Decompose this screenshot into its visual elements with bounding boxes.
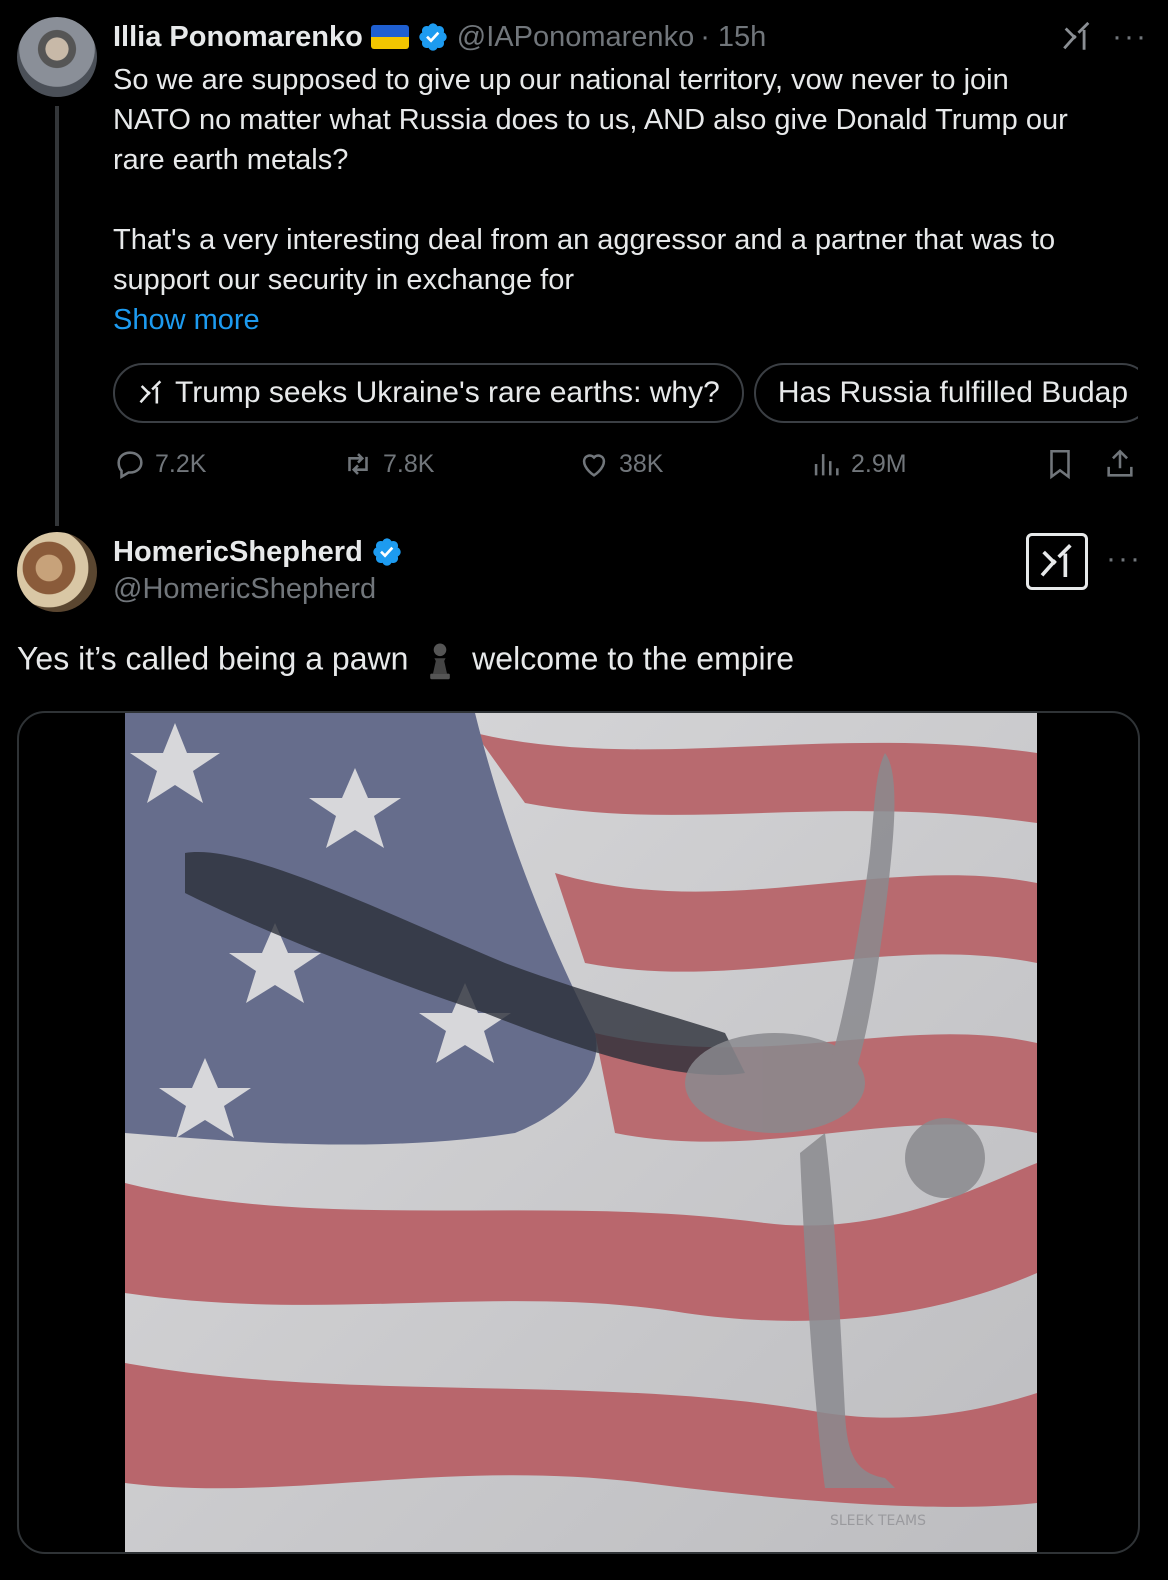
like-icon bbox=[582, 454, 606, 477]
views-icon bbox=[814, 454, 839, 476]
grok-icon bbox=[139, 380, 162, 404]
views-button[interactable]: 2.9M bbox=[809, 447, 907, 481]
bookmark-icon bbox=[1050, 449, 1070, 480]
tweet-text: welcome to the empire bbox=[472, 640, 795, 677]
verified-icon bbox=[419, 23, 447, 51]
tweet-2-text: Yes it’s called being a pawn welcome to … bbox=[17, 640, 794, 682]
repost-count: 7.8K bbox=[383, 449, 435, 478]
chip-rare-earths[interactable]: Trump seeks Ukraine's rare earths: why? bbox=[113, 363, 744, 423]
tweet-text-line: support our security in exchange for bbox=[113, 264, 575, 296]
repost-icon bbox=[348, 453, 368, 475]
more-icon[interactable]: ··· bbox=[1106, 544, 1142, 574]
avatar-homericshepherd[interactable] bbox=[17, 532, 97, 612]
tweet-2-header: HomericShepherd @HomericShepherd bbox=[113, 533, 403, 606]
avatar-illia[interactable] bbox=[17, 17, 97, 97]
tweet-2-media[interactable]: SLEEK TEAMS bbox=[17, 711, 1140, 1554]
author-handle[interactable]: @IAPonomarenko bbox=[457, 21, 694, 54]
reply-button[interactable]: 7.2K bbox=[113, 447, 206, 481]
like-button[interactable]: 38K bbox=[577, 447, 663, 481]
grok-icon[interactable] bbox=[1060, 20, 1094, 54]
flag-image-graphic: SLEEK TEAMS bbox=[125, 713, 1037, 1552]
author-name[interactable]: Illia Ponomarenko bbox=[113, 21, 363, 54]
more-icon[interactable]: ··· bbox=[1112, 22, 1148, 52]
share-button[interactable] bbox=[1103, 447, 1137, 481]
grok-icon bbox=[1040, 543, 1072, 577]
bookmark-button[interactable] bbox=[1043, 447, 1077, 481]
pawn-icon bbox=[430, 643, 451, 680]
chip-label: Trump seeks Ukraine's rare earths: why? bbox=[175, 376, 720, 409]
ukraine-flag-icon bbox=[370, 25, 409, 49]
timestamp[interactable]: · 15h bbox=[700, 21, 766, 54]
tweet-text-line: NATO no matter what Russia does to us, A… bbox=[113, 104, 1068, 136]
like-count: 38K bbox=[619, 449, 664, 478]
verified-icon bbox=[373, 538, 401, 566]
reply-count: 7.2K bbox=[155, 449, 207, 478]
author-handle[interactable]: @HomericShepherd bbox=[113, 573, 403, 606]
show-more-link[interactable]: Show more bbox=[113, 300, 1123, 340]
repost-button[interactable]: 7.8K bbox=[341, 447, 434, 481]
tweet-text: Yes it’s called being a pawn bbox=[17, 640, 409, 677]
tweet-1-header: Illia Ponomarenko @IAPonomarenko · 15h ·… bbox=[113, 18, 1148, 56]
grok-button[interactable] bbox=[1026, 533, 1088, 590]
tweet-1-text: So we are supposed to give up our nation… bbox=[113, 60, 1123, 340]
author-name[interactable]: HomericShepherd bbox=[113, 536, 363, 569]
grok-suggestion-chips: Trump seeks Ukraine's rare earths: why? … bbox=[113, 363, 1138, 423]
tweet-text-line: That's a very interesting deal from an a… bbox=[113, 224, 1056, 256]
share-icon bbox=[1107, 449, 1133, 477]
tweet-1-actions: 7.2K 7.8K 38K 2.9M bbox=[113, 447, 1143, 487]
flag-athlete-image[interactable]: SLEEK TEAMS bbox=[125, 713, 1037, 1552]
tweet-text-line: So we are supposed to give up our nation… bbox=[113, 64, 1009, 96]
chip-label: Has Russia fulfilled Budap bbox=[777, 376, 1128, 409]
tweet-1: Illia Ponomarenko @IAPonomarenko · 15h ·… bbox=[113, 18, 1148, 340]
view-count: 2.9M bbox=[851, 449, 907, 478]
thread-connector bbox=[55, 106, 59, 526]
image-watermark: SLEEK TEAMS bbox=[830, 1513, 926, 1529]
reply-icon bbox=[117, 451, 143, 480]
tweet-text-line: rare earth metals? bbox=[113, 144, 349, 176]
chip-budapest[interactable]: Has Russia fulfilled Budap bbox=[753, 363, 1138, 423]
